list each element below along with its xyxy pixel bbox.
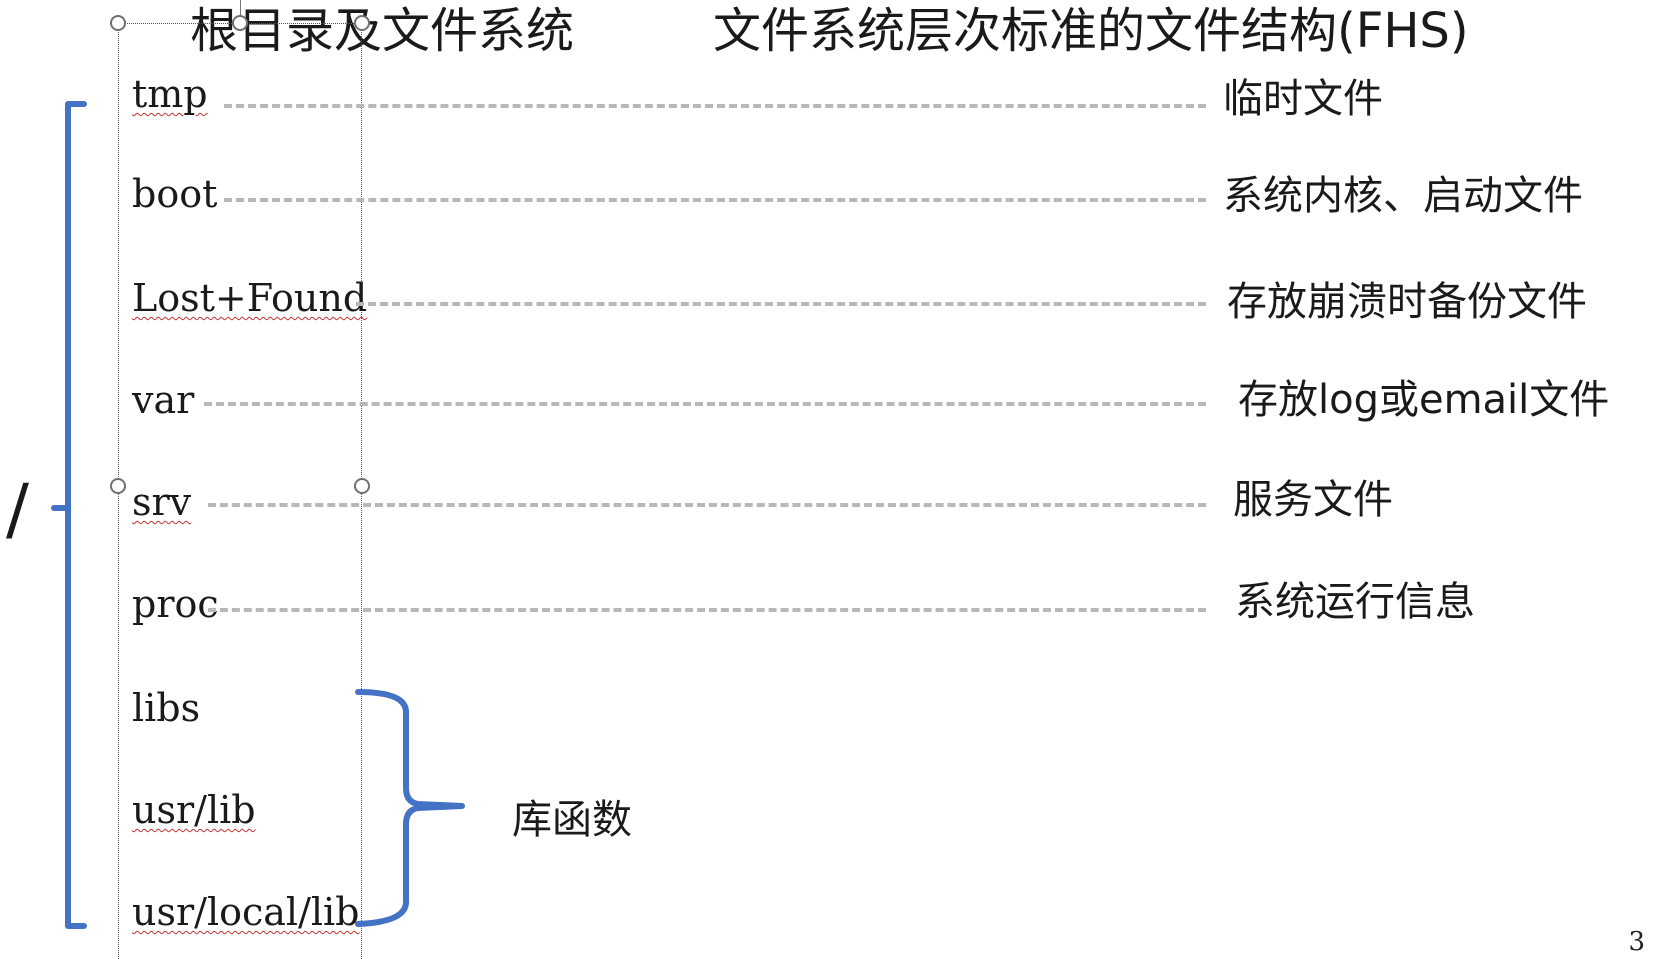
root-brace-icon: [51, 101, 87, 929]
dash-connector-var: [204, 402, 1206, 406]
resize-handle-middle-left[interactable]: [110, 478, 126, 494]
desc-label-proc[interactable]: 系统运行信息: [1235, 578, 1475, 626]
root-directory-symbol: /: [6, 470, 29, 549]
dir-label-boot[interactable]: boot: [132, 172, 217, 216]
desc-label-tmp[interactable]: 临时文件: [1223, 75, 1383, 123]
dir-label-usr-lib[interactable]: usr/lib: [132, 788, 256, 832]
resize-handle-top-right[interactable]: [354, 15, 370, 31]
dash-connector-proc: [208, 608, 1206, 612]
dir-label-var[interactable]: var: [132, 378, 194, 422]
slide-page-number: 3: [1628, 927, 1645, 957]
title-fhs-structure[interactable]: 文件系统层次标准的文件结构(FHS): [713, 2, 1469, 60]
resize-handle-top-left[interactable]: [110, 15, 126, 31]
dir-label-proc[interactable]: proc: [132, 582, 219, 626]
desc-label-srv[interactable]: 服务文件: [1233, 476, 1393, 524]
desc-label-lost-found[interactable]: 存放崩溃时备份文件: [1227, 278, 1587, 326]
dir-label-srv[interactable]: srv: [132, 480, 191, 524]
desc-label-boot[interactable]: 系统内核、启动文件: [1223, 172, 1583, 220]
resize-handle-middle-right[interactable]: [354, 478, 370, 494]
dash-connector-boot: [224, 198, 1206, 202]
dir-label-lost-found[interactable]: Lost+Found: [132, 276, 367, 320]
library-brace-icon: [355, 689, 465, 927]
resize-handle-top-center[interactable]: [232, 15, 248, 31]
desc-label-var[interactable]: 存放log或email文件: [1238, 376, 1609, 424]
library-group-label[interactable]: 库函数: [512, 796, 632, 844]
dash-connector-srv: [208, 503, 1206, 507]
slide-canvas[interactable]: 根目录及文件系统 文件系统层次标准的文件结构(FHS) / tmp 临时文件 b…: [0, 0, 1667, 959]
dir-label-usr-local-lib[interactable]: usr/local/lib: [132, 890, 360, 934]
dir-label-tmp[interactable]: tmp: [132, 72, 208, 116]
dash-connector-tmp: [224, 104, 1206, 108]
dash-connector-lost-found: [356, 302, 1206, 306]
dir-label-libs[interactable]: libs: [132, 686, 200, 730]
